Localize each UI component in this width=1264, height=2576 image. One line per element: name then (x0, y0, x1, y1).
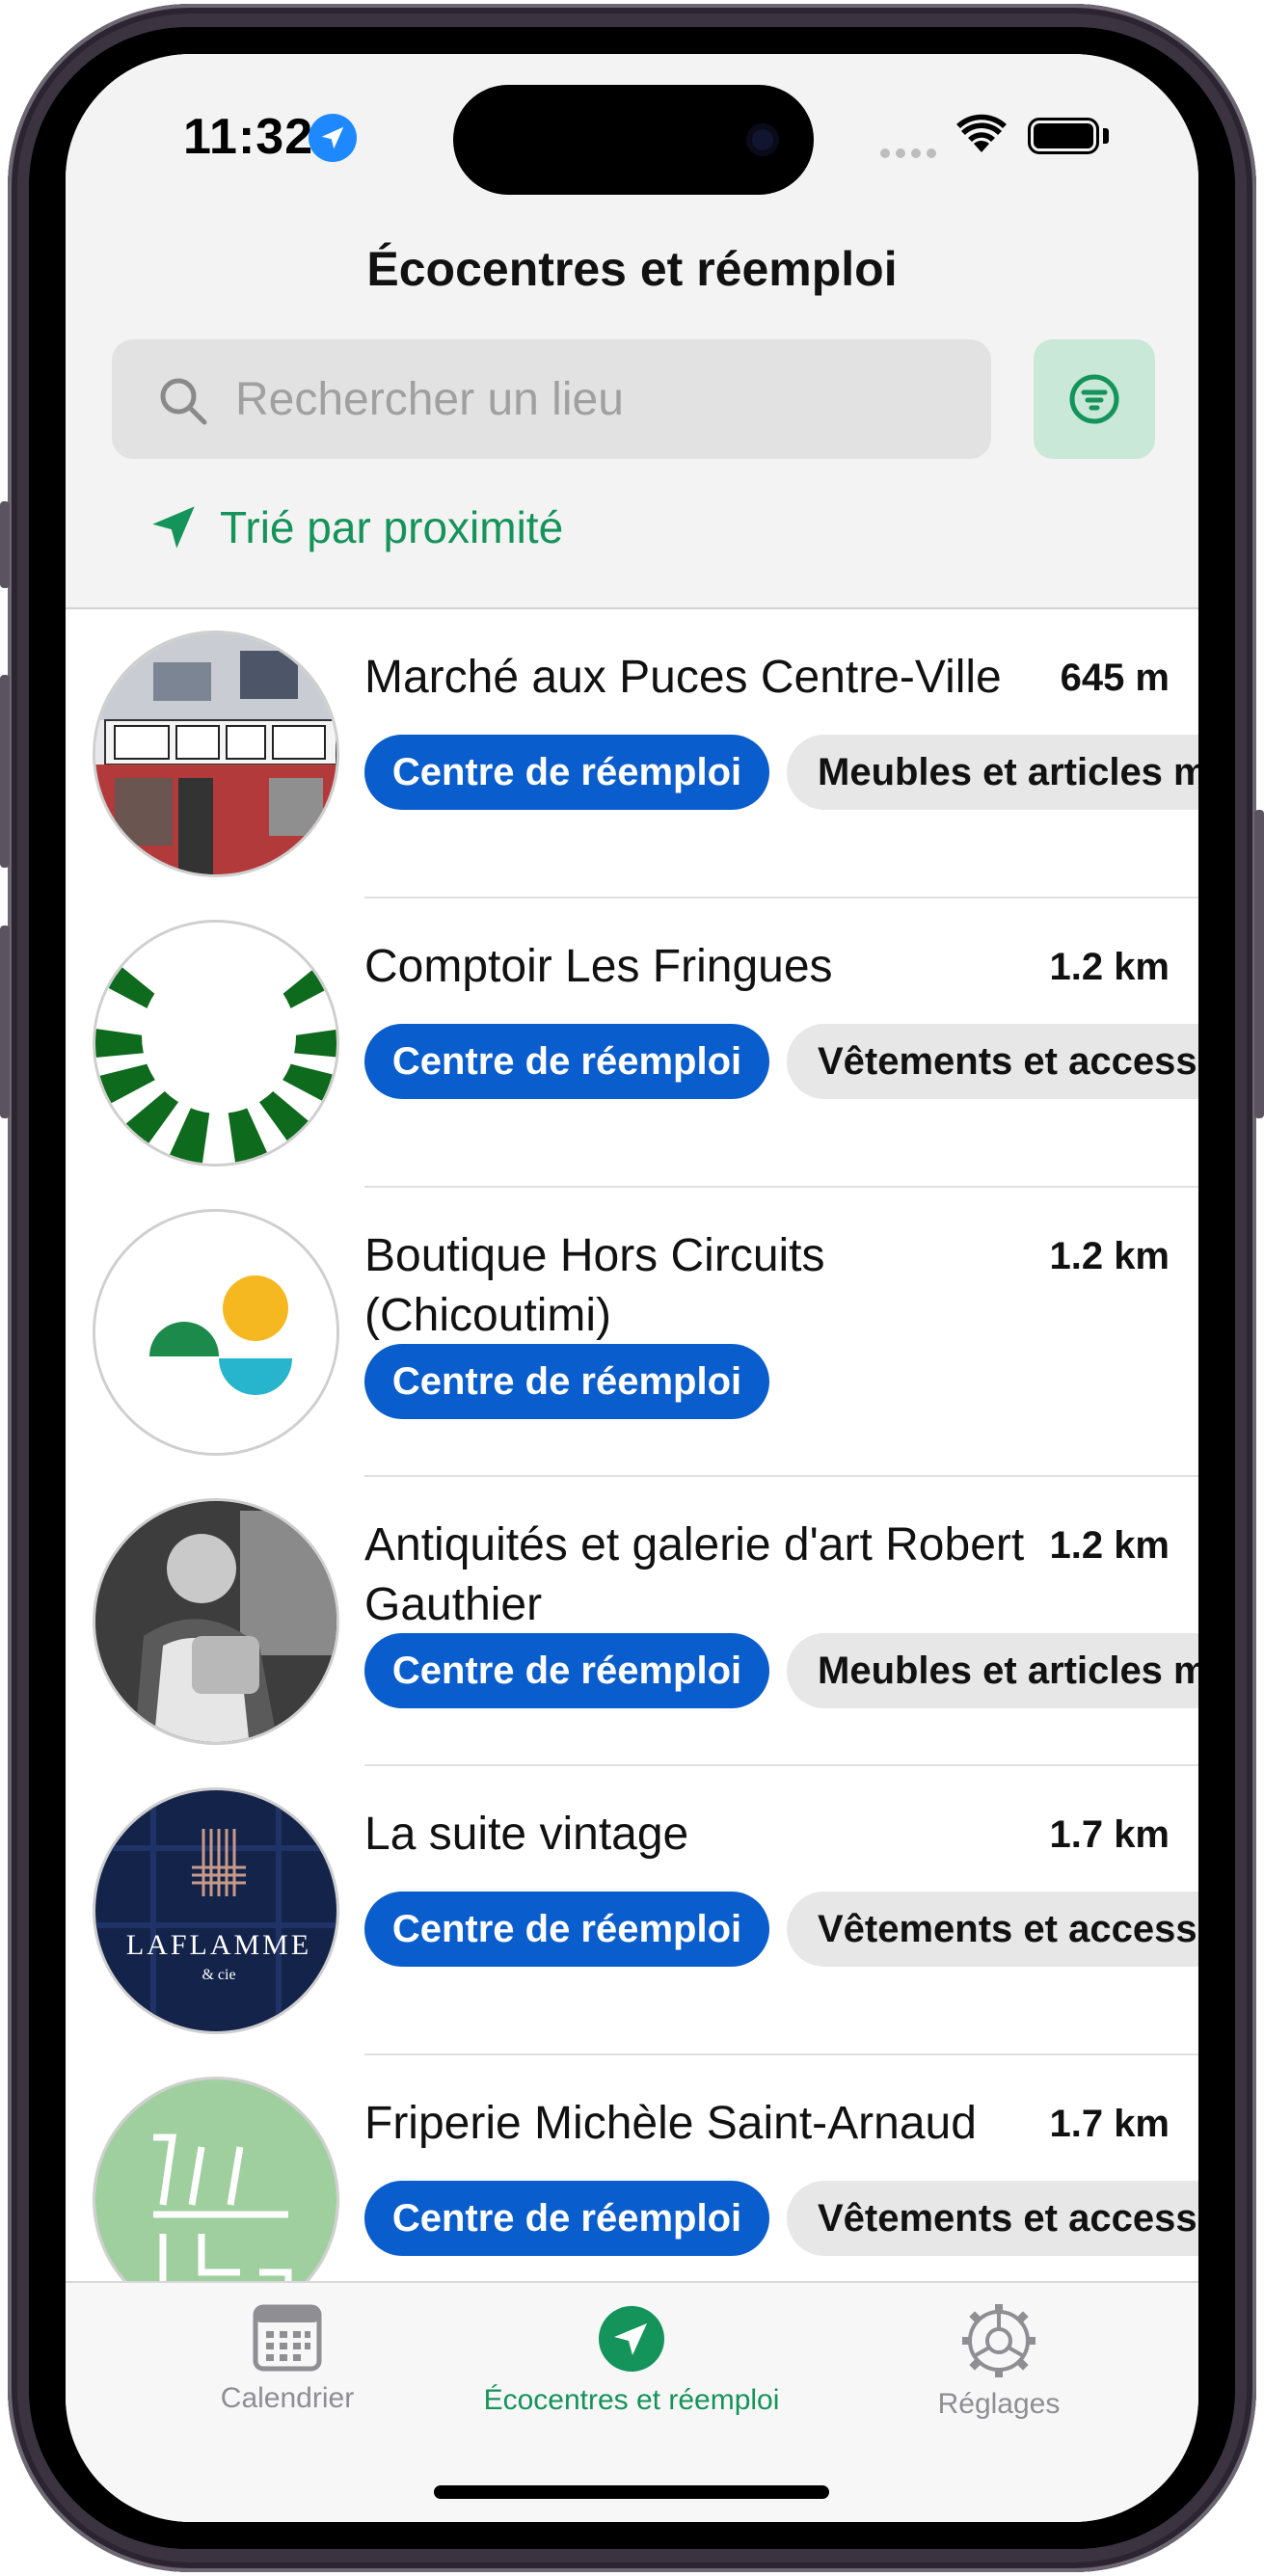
place-distance: 1.2 km (1049, 946, 1170, 988)
tab-label: Écocentres et réemploi (483, 2384, 780, 2416)
list-item[interactable]: Friperie Michèle Saint-Arnaud 1.7 km Cen… (66, 2055, 1198, 2281)
place-distance: 645 m (1060, 657, 1170, 699)
tab-calendrier[interactable]: Calendrier (174, 2304, 401, 2415)
place-thumbnail (93, 920, 339, 1167)
category-tag: Meubles et articles m (787, 1633, 1198, 1708)
category-tag: Meubles et articles m (787, 735, 1198, 810)
place-thumbnail (93, 631, 339, 877)
tab-reglages[interactable]: Réglages (902, 2304, 1095, 2421)
place-name: Comptoir Les Fringues (364, 941, 833, 992)
camera-icon (746, 123, 779, 156)
search-field[interactable] (112, 339, 991, 459)
place-distance: 1.2 km (1049, 1524, 1170, 1567)
volume-up-button (0, 675, 10, 868)
list-item[interactable]: Marché aux Puces Centre-Ville 645 m Cent… (66, 609, 1198, 899)
category-tag: Vêtements et accesso (787, 2181, 1198, 2256)
place-thumbnail (93, 1498, 339, 1745)
laflamme-logo-sub: & cie (202, 1967, 235, 1983)
list-item[interactable]: Boutique Hors Circuits (Chicoutimi) 1.2 … (66, 1188, 1198, 1477)
header: 11:32 Écocentres et réemploi Rechercher … (66, 54, 1198, 609)
place-thumbnail (93, 1209, 339, 1456)
laflamme-logo-text: LAFLAMME (126, 1929, 311, 1961)
volume-down-button (0, 926, 10, 1118)
category-tag: Centre de réemploi (364, 1892, 769, 1967)
list-item[interactable]: Comptoir Les Fringues 1.2 km Centre de r… (66, 899, 1198, 1188)
category-tag: Centre de réemploi (364, 1024, 769, 1099)
place-thumbnail: LAFLAMME & cie (93, 1787, 339, 2034)
place-name: Antiquités et galerie d'art Robert Gauth… (364, 1519, 1025, 1630)
location-arrow-icon (152, 506, 195, 549)
place-thumbnail (93, 2077, 339, 2281)
category-tag: Vêtements et accesso (787, 1892, 1198, 1967)
category-tag: Vêtements et accesso (787, 1024, 1198, 1099)
place-distance: 1.7 km (1049, 2103, 1170, 2145)
cellular-signal-icon (880, 148, 936, 158)
category-tag: Centre de réemploi (364, 1633, 769, 1708)
calendar-icon (253, 2304, 322, 2372)
list-item[interactable]: Antiquités et galerie d'art Robert Gauth… (66, 1477, 1198, 1766)
place-distance: 1.2 km (1049, 1235, 1170, 1277)
tab-ecocentres[interactable]: Écocentres et réemploi (463, 2304, 800, 2417)
battery-icon (1028, 118, 1099, 154)
place-name: Friperie Michèle Saint-Arnaud (364, 2098, 977, 2149)
category-tag: Centre de réemploi (364, 735, 769, 810)
places-list: Marché aux Puces Centre-Ville 645 m Cent… (66, 609, 1198, 2281)
search-input[interactable] (235, 339, 968, 459)
gear-icon (962, 2304, 1035, 2377)
status-time: 11:32 (183, 109, 314, 165)
page-title: Écocentres et réemploi (366, 242, 898, 296)
power-button (1254, 810, 1264, 1118)
screen: 11:32 Écocentres et réemploi Rechercher … (66, 54, 1198, 2522)
place-distance: 1.7 km (1049, 1813, 1170, 1856)
place-name: Marché aux Puces Centre-Ville (364, 652, 1002, 703)
sort-label: Trié par proximité (220, 502, 564, 552)
list-item[interactable]: LAFLAMME & cie La suite vintage 1.7 km C… (66, 1766, 1198, 2055)
mute-switch (0, 501, 10, 588)
category-tag: Centre de réemploi (364, 1344, 769, 1419)
tab-label: Réglages (937, 2388, 1061, 2420)
filter-button[interactable] (1034, 339, 1155, 459)
category-tag: Centre de réemploi (364, 2181, 769, 2256)
dynamic-island (453, 85, 814, 195)
battery-tip (1103, 128, 1109, 144)
sort-button[interactable]: Trié par proximité (148, 501, 563, 553)
location-services-icon (309, 114, 357, 162)
filter-icon (1069, 374, 1119, 424)
location-arrow-icon (599, 2306, 664, 2372)
tab-label: Calendrier (220, 2382, 355, 2414)
wifi-icon (956, 114, 1007, 152)
place-name: Boutique Hors Circuits (Chicoutimi) (364, 1230, 825, 1341)
home-indicator[interactable] (434, 2485, 829, 2499)
search-icon (160, 378, 207, 425)
place-name: La suite vintage (364, 1809, 689, 1860)
